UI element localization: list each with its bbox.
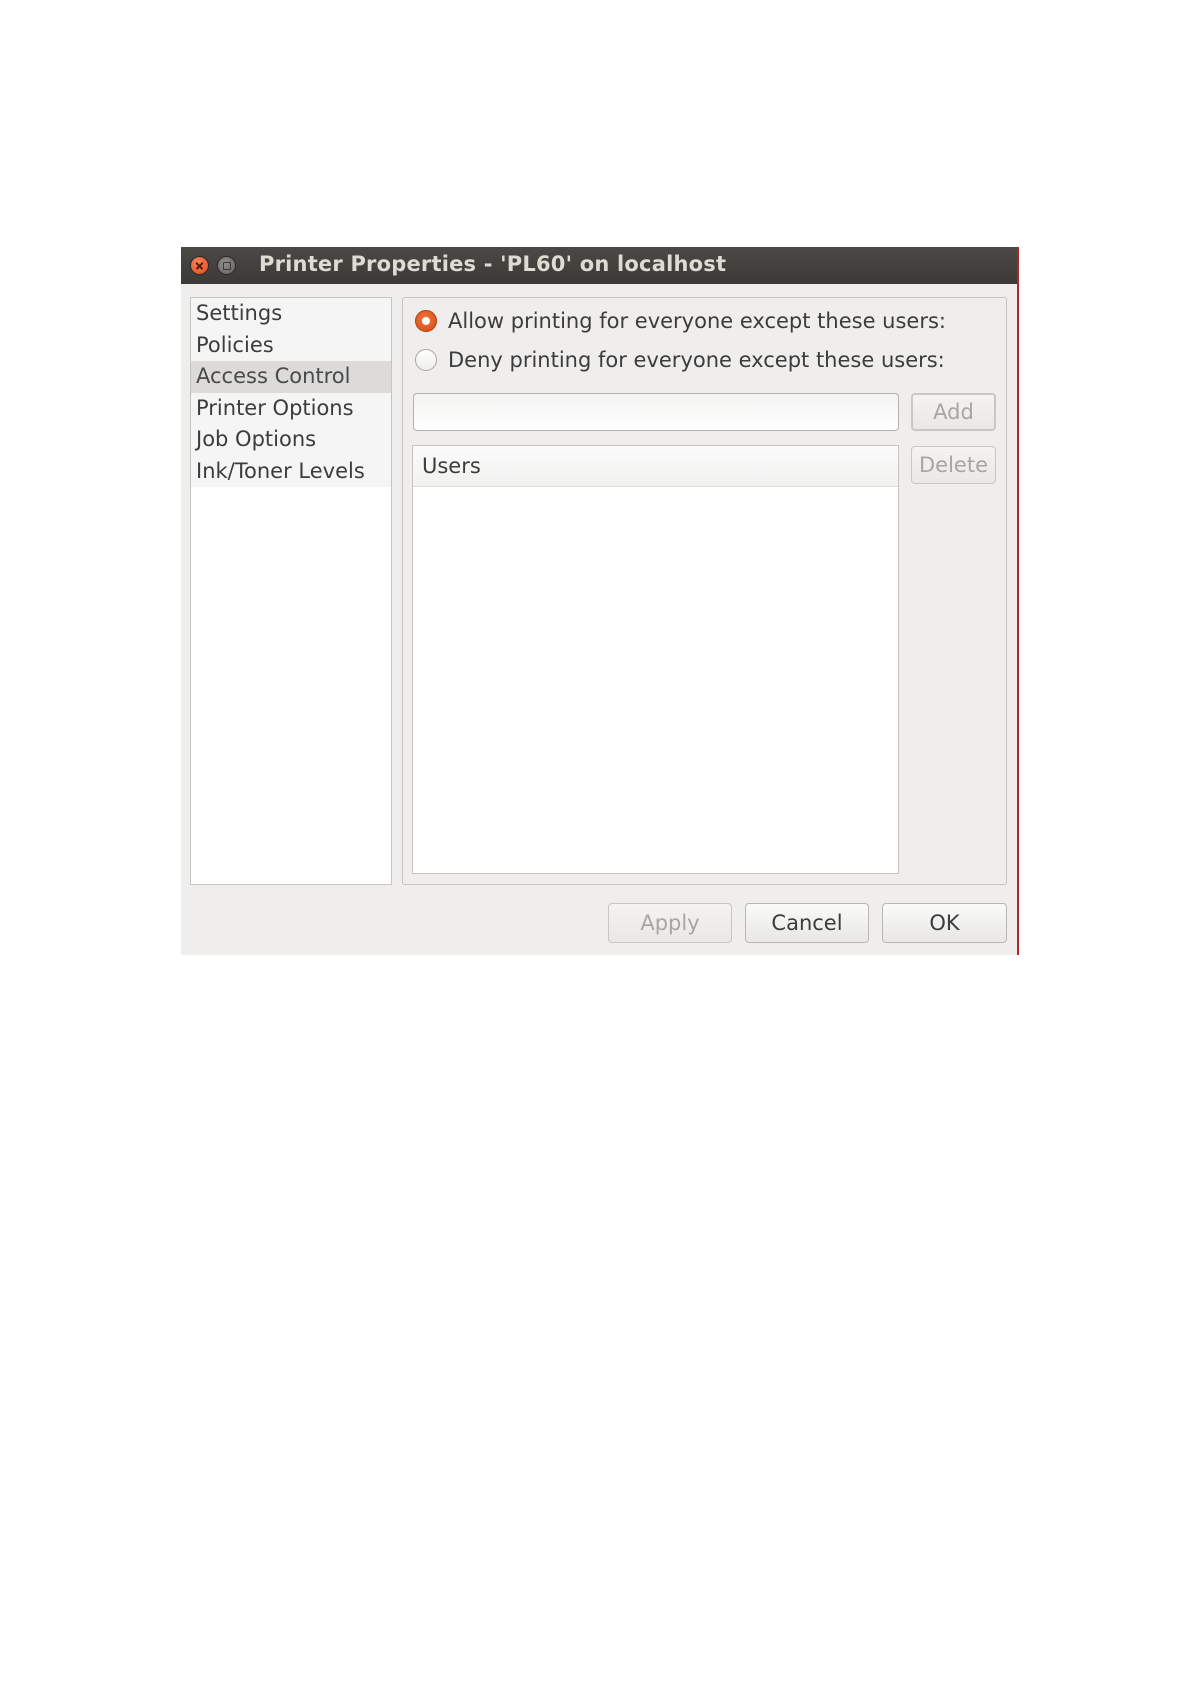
sidebar-item-job-options[interactable]: Job Options <box>191 424 391 456</box>
sidebar-item-policies[interactable]: Policies <box>191 329 391 361</box>
sidebar-item-ink-toner-levels[interactable]: Ink/Toner Levels <box>191 455 391 487</box>
window-title: Printer Properties - 'PL60' on localhost <box>259 252 727 276</box>
deny-printing-label: Deny printing for everyone except these … <box>448 348 945 372</box>
minimize-icon[interactable] <box>217 256 236 275</box>
sidebar-item-printer-options[interactable]: Printer Options <box>191 392 391 424</box>
sidebar: Settings Policies Access Control Printer… <box>190 297 392 885</box>
cancel-button[interactable]: Cancel <box>745 903 869 943</box>
allow-printing-radio[interactable] <box>415 310 437 332</box>
deny-printing-radio[interactable] <box>415 349 437 371</box>
allow-printing-label: Allow printing for everyone except these… <box>448 309 946 333</box>
users-list[interactable]: Users <box>412 445 899 874</box>
title-bar[interactable]: Printer Properties - 'PL60' on localhost <box>181 247 1017 284</box>
allow-printing-option[interactable]: Allow printing for everyone except these… <box>415 306 946 336</box>
users-list-body[interactable] <box>413 487 898 873</box>
apply-button[interactable]: Apply <box>608 903 732 943</box>
users-column-header[interactable]: Users <box>413 446 898 487</box>
ok-button[interactable]: OK <box>882 903 1007 943</box>
access-control-panel: Allow printing for everyone except these… <box>402 297 1007 885</box>
sidebar-item-access-control[interactable]: Access Control <box>191 361 391 393</box>
printer-properties-window: Printer Properties - 'PL60' on localhost… <box>181 247 1019 955</box>
delete-button[interactable]: Delete <box>911 446 996 484</box>
user-name-input[interactable] <box>413 393 899 431</box>
close-icon[interactable] <box>190 256 209 275</box>
add-button[interactable]: Add <box>911 393 996 431</box>
sidebar-item-settings[interactable]: Settings <box>191 298 391 330</box>
deny-printing-option[interactable]: Deny printing for everyone except these … <box>415 345 945 375</box>
